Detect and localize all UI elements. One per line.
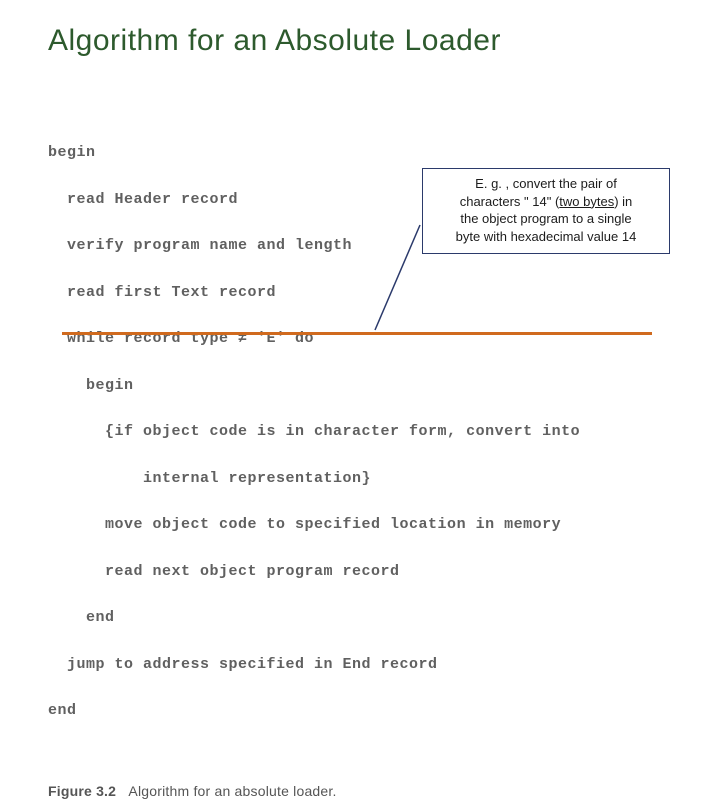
slide-title: Algorithm for an Absolute Loader bbox=[48, 24, 672, 58]
callout-underlined: two bytes bbox=[559, 194, 614, 209]
code-line: internal representation} bbox=[48, 467, 672, 490]
code-line: jump to address specified in End record bbox=[48, 653, 672, 676]
callout-text: the object program to a single bbox=[460, 211, 631, 226]
highlight-divider bbox=[62, 332, 652, 335]
code-line: while record type ≠ 'E' do bbox=[48, 327, 672, 350]
callout-text: characters bbox=[460, 194, 524, 209]
slide-root: Algorithm for an Absolute Loader begin r… bbox=[0, 0, 720, 540]
code-line: begin bbox=[48, 374, 672, 397]
callout-text: byte with hexadecimal value 14 bbox=[456, 229, 637, 244]
figure-caption-text: Algorithm for an absolute loader. bbox=[128, 783, 336, 799]
callout-text: E. g. , convert the pair of bbox=[475, 176, 617, 191]
callout-text: ) in bbox=[614, 194, 632, 209]
code-line: {if object code is in character form, co… bbox=[48, 420, 672, 443]
code-line: read next object program record bbox=[48, 560, 672, 583]
code-line: end bbox=[48, 606, 672, 629]
callout-quoted: " 14" bbox=[524, 194, 551, 209]
figure-caption: Figure 3.2 Algorithm for an absolute loa… bbox=[48, 783, 672, 799]
code-line: read first Text record bbox=[48, 281, 672, 304]
code-line: end bbox=[48, 699, 672, 722]
code-line: begin bbox=[48, 141, 672, 164]
callout-box: E. g. , convert the pair of characters "… bbox=[422, 168, 670, 254]
code-line: move object code to specified location i… bbox=[48, 513, 672, 536]
figure-label: Figure 3.2 bbox=[48, 783, 116, 799]
